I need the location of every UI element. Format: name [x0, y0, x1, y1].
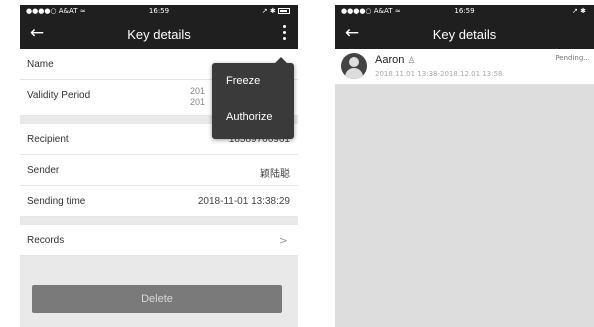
- nav-bar: ← Key details: [335, 18, 594, 49]
- page-title: Key details: [127, 27, 191, 42]
- sender-label: Sender: [27, 165, 60, 176]
- delete-button[interactable]: Delete: [32, 285, 282, 313]
- sending-time-value: 2018-11-01 13:38:29: [197, 196, 290, 207]
- clock: 16:59: [148, 7, 170, 15]
- page-title: Key details: [432, 27, 497, 42]
- sending-time-row: Sending time 2018-11-01 13:38:29: [20, 186, 298, 217]
- options-menu: Freeze Authorize: [212, 57, 294, 139]
- sender-row: Sender 颖陆聪: [20, 155, 298, 186]
- chevron-right-icon: >: [278, 234, 288, 247]
- person-icon: ♙: [407, 56, 416, 66]
- menu-item-freeze[interactable]: Freeze: [212, 63, 294, 99]
- records-row[interactable]: Records >: [20, 225, 298, 256]
- sender-value: 颖陆聪: [260, 169, 290, 180]
- records-label: Records: [27, 235, 65, 246]
- status-bar: ●●●●○ A&AT ≈ 16:59 ↗ ✱: [335, 5, 594, 18]
- validity-period: 2018.11.01 13:38-2018.12.01 13:58: [375, 70, 503, 78]
- list-item[interactable]: Aaron ♙ 2018.11.01 13:38-2018.12.01 13:58…: [335, 49, 594, 85]
- more-vertical-icon[interactable]: [276, 23, 292, 43]
- nav-bar: ← Key details: [20, 18, 298, 49]
- recipient-label: Recipient: [27, 134, 69, 145]
- clock: 16:59: [454, 7, 475, 15]
- avatar: [341, 53, 367, 79]
- key-details-list-screen: ●●●●○ A&AT ≈ 16:59 ↗ ✱ ← Key details Aar…: [335, 5, 594, 327]
- user-name: Aaron ♙: [375, 54, 416, 66]
- menu-item-authorize[interactable]: Authorize: [212, 99, 294, 135]
- status-badge: Pending...: [555, 54, 590, 62]
- validity-label: Validity Period: [27, 90, 91, 101]
- validity-value: 201 201: [190, 86, 206, 107]
- status-bar: ●●●●○ A&AT ≈ 16:59 ↗ ✱: [20, 5, 298, 18]
- battery-icon: [278, 8, 290, 14]
- sending-time-label: Sending time: [27, 196, 86, 207]
- status-icons: ↗ ✱: [572, 7, 586, 15]
- status-icons: ↗ ✱: [262, 7, 290, 15]
- name-label: Name: [27, 59, 54, 70]
- key-details-screen: ●●●●○ A&AT ≈ 16:59 ↗ ✱ ← Key details Nam…: [20, 5, 298, 327]
- location-bluetooth-icons: ↗ ✱: [261, 7, 276, 15]
